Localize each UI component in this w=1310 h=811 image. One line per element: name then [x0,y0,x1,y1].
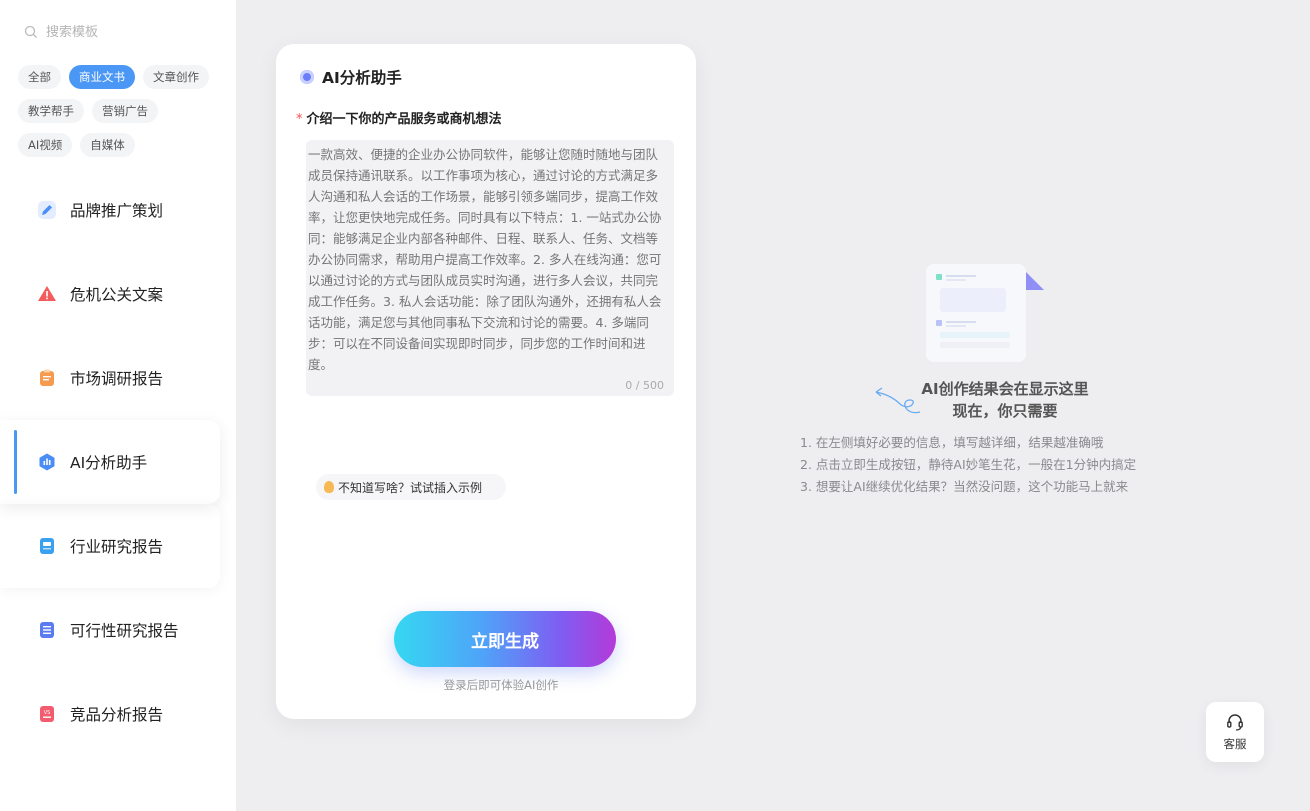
pencil-icon [36,199,58,221]
customer-service-button[interactable]: 客服 [1206,702,1264,762]
list-icon [36,619,58,641]
insert-example-label: 不知道写啥？试试插入示例 [338,480,483,495]
form-title: AI分析助手 [300,66,402,88]
form-card: AI分析助手 *介绍一下你的产品服务或商机想法 0 / 500 不知道写啥？试试… [276,44,696,719]
template-menu: 品牌推广策划 危机公关文案 市场调研报告 AI分析助手 行业研究报告 可行性研究… [0,168,236,756]
menu-item-label: 市场调研报告 [70,370,164,388]
tag-all[interactable]: 全部 [18,65,61,89]
category-tags: 全部 商业文书 文章创作 教学帮手 营销广告 AI视频 自媒体 [18,65,223,167]
tip-item: 2. 点击立即生成按钮，静待AI妙笔生花，一般在1分钟内搞定 [800,457,1137,472]
result-empty-state: AI创作结果会在显示这里 现在，你只需要 1. 在左侧填好必要的信息，填写越详细… [790,258,1190,518]
menu-item-label: 可行性研究报告 [70,622,179,640]
menu-item-label: AI分析助手 [70,454,148,472]
tag-business-docs[interactable]: 商业文书 [69,65,135,89]
tip-item: 3. 想要让AI继续优化结果？当然没问题，这个功能马上就来 [800,479,1129,494]
search-box[interactable] [24,22,214,42]
menu-item-market-research[interactable]: 市场调研报告 [0,336,236,420]
sidebar: 全部 商业文书 文章创作 教学帮手 营销广告 AI视频 自媒体 品牌推广策划 危… [0,0,236,811]
report-icon [36,535,58,557]
tag-ai-video[interactable]: AI视频 [18,133,73,157]
menu-item-label: 危机公关文案 [70,286,164,304]
form-title-text: AI分析助手 [322,69,402,87]
menu-item-competitor-analysis[interactable]: VS 竞品分析报告 [0,672,236,756]
headset-icon [1227,714,1243,731]
vs-icon: VS [36,703,58,725]
description-textarea[interactable] [306,140,674,396]
field-label-text: 介绍一下你的产品服务或商机想法 [306,112,502,127]
assistant-badge-icon [300,70,314,84]
svg-text:VS: VS [44,710,51,716]
char-counter: 0 / 500 [625,379,664,392]
document-illustration-icon [926,264,1044,362]
lightbulb-icon [324,481,334,493]
tag-article-writing[interactable]: 文章创作 [143,65,209,89]
menu-item-label: 行业研究报告 [70,538,164,556]
tag-marketing[interactable]: 营销广告 [92,99,158,123]
empty-title-line2: 现在，你只需要 [952,402,1058,420]
empty-state-title: AI创作结果会在显示这里 现在，你只需要 [790,378,1190,422]
menu-item-feasibility-study[interactable]: 可行性研究报告 [0,588,236,672]
menu-item-crisis-pr[interactable]: 危机公关文案 [0,252,236,336]
menu-item-label: 竞品分析报告 [70,706,164,724]
tag-teaching[interactable]: 教学帮手 [18,99,84,123]
clipboard-icon [36,367,58,389]
menu-item-ai-analysis[interactable]: AI分析助手 [0,420,220,504]
field-label: * 介绍一下你的产品服务或商机想法 [296,108,502,127]
warning-icon [36,283,58,305]
tag-self-media[interactable]: 自媒体 [80,133,135,157]
tips-list: 1. 在左侧填好必要的信息，填写越详细，结果越准确哦 2. 点击立即生成按钮，静… [800,432,1136,498]
menu-item-industry-research[interactable]: 行业研究报告 [0,504,220,588]
search-input[interactable] [46,24,196,40]
empty-title-line1: AI创作结果会在显示这里 [921,380,1089,398]
hexagon-chart-icon [36,451,58,473]
search-icon [24,25,37,38]
generate-hint: 登录后即可体验AI创作 [443,678,559,692]
tip-item: 1. 在左侧填好必要的信息，填写越详细，结果越准确哦 [800,435,1104,450]
menu-item-label: 品牌推广策划 [70,202,164,220]
menu-item-brand-promotion[interactable]: 品牌推广策划 [0,168,236,252]
description-textarea-wrap: 0 / 500 [306,140,674,396]
required-mark: * [296,112,303,127]
insert-example-button[interactable]: 不知道写啥？试试插入示例 [316,474,507,500]
generate-button[interactable]: 立即生成 [394,611,616,667]
customer-service-label: 客服 [1223,737,1247,751]
